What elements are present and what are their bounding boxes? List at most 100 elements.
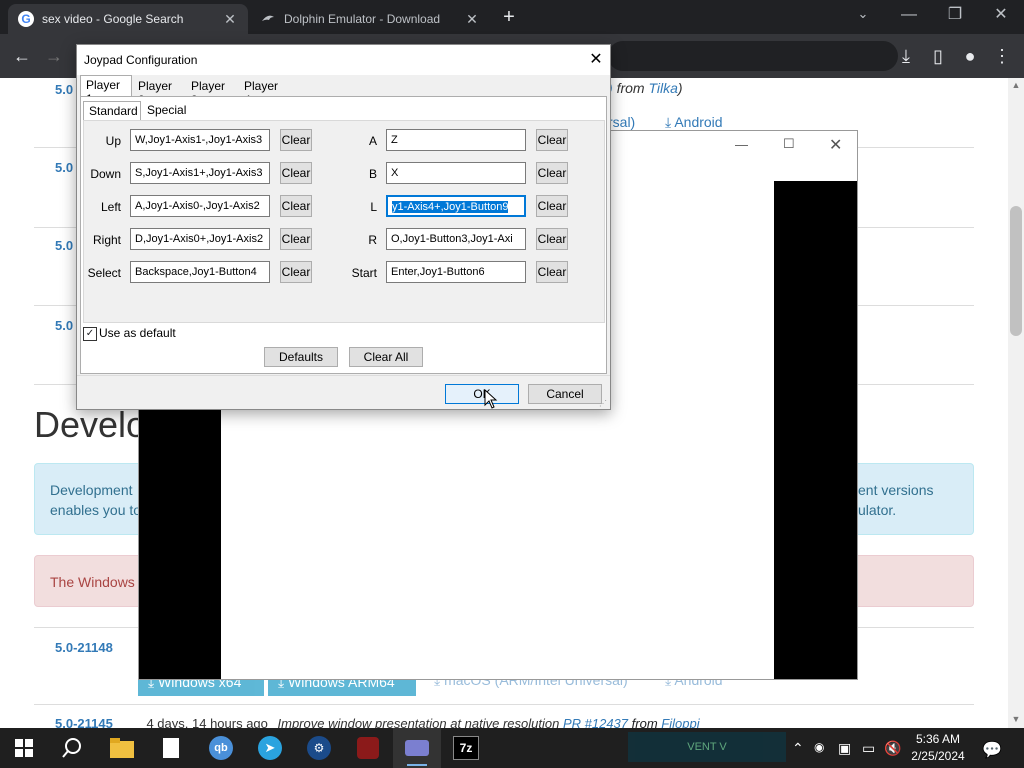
steam-button[interactable]: ⚙ — [295, 728, 343, 768]
scrollbar-thumb[interactable] — [1010, 206, 1022, 336]
new-tab-button[interactable]: + — [498, 6, 520, 28]
clear-r-button[interactable]: Clear — [536, 228, 568, 250]
tab-player-2[interactable]: Player 2 — [133, 77, 185, 107]
network-icon[interactable]: ▭ — [862, 740, 875, 757]
author-link[interactable]: Tilka — [648, 80, 677, 96]
clear-all-button[interactable]: Clear All — [349, 347, 423, 367]
emulator-taskbar-button[interactable] — [393, 728, 441, 768]
info-text: Development — [50, 482, 133, 498]
file-explorer-button[interactable] — [98, 728, 146, 768]
back-icon[interactable]: ← — [8, 42, 36, 70]
clear-b-button[interactable]: Clear — [536, 162, 568, 184]
defaults-button[interactable]: Defaults — [264, 347, 338, 367]
tab-title: Dolphin Emulator - Download — [284, 12, 441, 26]
clear-up-button[interactable]: Clear — [280, 129, 312, 151]
version-link[interactable]: 5.0-21145 — [55, 716, 113, 728]
tab-player-3[interactable]: Player 3 — [186, 77, 238, 107]
warning-text: The Windows — [50, 574, 135, 590]
menu-icon[interactable]: ⋮ — [988, 42, 1016, 70]
binding-field-start[interactable]: Enter,Joy1-Button6 — [386, 261, 526, 283]
binding-label-r: R — [368, 233, 377, 247]
binding-field-down[interactable]: S,Joy1-Axis1+,Joy1-Axis3 — [130, 162, 270, 184]
clear-l-button[interactable]: Clear — [536, 195, 568, 217]
maximize-icon[interactable]: ☐ — [783, 136, 803, 152]
start-button[interactable] — [0, 728, 48, 768]
tab-player-4[interactable]: Player 4 — [239, 77, 291, 107]
telegram-icon: ➤ — [258, 736, 282, 760]
notifications-icon[interactable]: 💬 — [982, 740, 1002, 760]
minimize-icon[interactable]: — — [735, 137, 755, 152]
resize-grip-icon[interactable]: ⋰ — [599, 399, 607, 408]
binding-field-r[interactable]: O,Joy1-Button3,Joy1-Axi — [386, 228, 526, 250]
clear-select-button[interactable]: Clear — [280, 261, 312, 283]
joypad-configuration-dialog: Joypad Configuration ✕ Player 1 Player 2… — [76, 44, 611, 410]
pr-link[interactable]: PR #12437 — [563, 716, 628, 728]
side-panel-icon[interactable]: ▯ — [924, 42, 952, 70]
tray-chevron-icon[interactable]: ⌃ — [792, 740, 804, 757]
dialog-title-bar[interactable]: Joypad Configuration ✕ — [77, 45, 610, 75]
forward-icon[interactable]: → — [40, 42, 68, 70]
tray-app-icon[interactable]: ▣ — [838, 740, 851, 757]
scroll-up-icon[interactable]: ▲ — [1010, 80, 1022, 90]
close-icon[interactable]: ✕ — [585, 49, 607, 71]
author-link[interactable]: Filoppi — [661, 716, 699, 728]
binding-label-right: Right — [92, 233, 121, 247]
clear-start-button[interactable]: Clear — [536, 261, 568, 283]
clear-a-button[interactable]: Clear — [536, 129, 568, 151]
version-link[interactable]: 5.0 — [55, 318, 73, 333]
tab-player-1[interactable]: Player 1 — [80, 75, 132, 106]
commit-desc: Improve window presentation at native re… — [277, 716, 560, 728]
dolphin-icon — [262, 15, 274, 21]
search-button[interactable] — [48, 728, 96, 768]
notepad-button[interactable] — [147, 728, 195, 768]
version-link[interactable]: 5.0 — [55, 160, 73, 175]
binding-field-a[interactable]: Z — [386, 129, 526, 151]
tab-standard[interactable]: Standard — [83, 101, 141, 121]
app-red-button[interactable] — [344, 728, 392, 768]
ok-button[interactable]: OK — [445, 384, 519, 404]
binding-field-up[interactable]: W,Joy1-Axis1-,Joy1-Axis3 — [130, 129, 270, 151]
commit-author-line: ) from Tilka) — [608, 80, 683, 96]
system-clock[interactable]: 5:36 AM 2/25/2024 — [905, 731, 971, 765]
binding-label-a: A — [368, 134, 377, 148]
page-scrollbar[interactable] — [1008, 78, 1024, 728]
use-as-default-checkbox[interactable]: ✓ — [83, 327, 97, 341]
binding-field-l[interactable]: y1-Axis4+,Joy1-Button9 — [386, 195, 526, 217]
android-download-link[interactable]: ⤓ Android — [665, 114, 723, 131]
android-label: Android — [674, 114, 723, 130]
version-row: 5.0-21145 4 days, 14 hours ago Improve w… — [55, 716, 700, 728]
qbittorrent-tray-icon[interactable]: ◉ — [814, 740, 824, 754]
qbittorrent-button[interactable]: qb — [197, 728, 245, 768]
address-bar[interactable] — [608, 41, 898, 71]
macos-download-link[interactable]: rsal) — [608, 114, 635, 130]
clear-left-button[interactable]: Clear — [280, 195, 312, 217]
close-window-button[interactable]: ✕ — [978, 0, 1024, 32]
binding-field-left[interactable]: A,Joy1-Axis0-,Joy1-Axis2 — [130, 195, 270, 217]
tab-special[interactable]: Special — [142, 101, 192, 121]
version-link[interactable]: 5.0-21148 — [55, 640, 113, 655]
browser-tab-strip: G sex video - Google Search ✕ Dolphin Em… — [0, 0, 1024, 34]
minimize-button[interactable]: — — [886, 0, 932, 32]
qbittorrent-icon: qb — [209, 736, 233, 760]
scroll-down-icon[interactable]: ▼ — [1010, 714, 1022, 724]
tab-google-search[interactable]: G sex video - Google Search ✕ — [8, 4, 248, 34]
binding-field-right[interactable]: D,Joy1-Axis0+,Joy1-Axis2 — [130, 228, 270, 250]
version-link[interactable]: 5.0 — [55, 82, 73, 97]
volume-muted-icon[interactable]: 🔇 — [884, 740, 901, 757]
divider — [34, 704, 974, 705]
cancel-button[interactable]: Cancel — [528, 384, 602, 404]
7zip-button[interactable]: 7z — [442, 728, 490, 768]
restore-button[interactable]: ❐ — [932, 0, 978, 32]
clear-down-button[interactable]: Clear — [280, 162, 312, 184]
version-link[interactable]: 5.0 — [55, 238, 73, 253]
binding-field-b[interactable]: X — [386, 162, 526, 184]
close-tab-icon[interactable]: ✕ — [464, 11, 480, 28]
close-icon[interactable]: ✕ — [829, 135, 849, 155]
clear-right-button[interactable]: Clear — [280, 228, 312, 250]
binding-field-select[interactable]: Backspace,Joy1-Button4 — [130, 261, 270, 283]
tab-dolphin-download[interactable]: Dolphin Emulator - Download ✕ — [250, 4, 490, 34]
telegram-button[interactable]: ➤ — [246, 728, 294, 768]
profile-icon[interactable]: ● — [956, 42, 984, 70]
close-tab-icon[interactable]: ✕ — [222, 11, 238, 28]
tab-search-icon[interactable]: ⌄ — [852, 6, 874, 28]
